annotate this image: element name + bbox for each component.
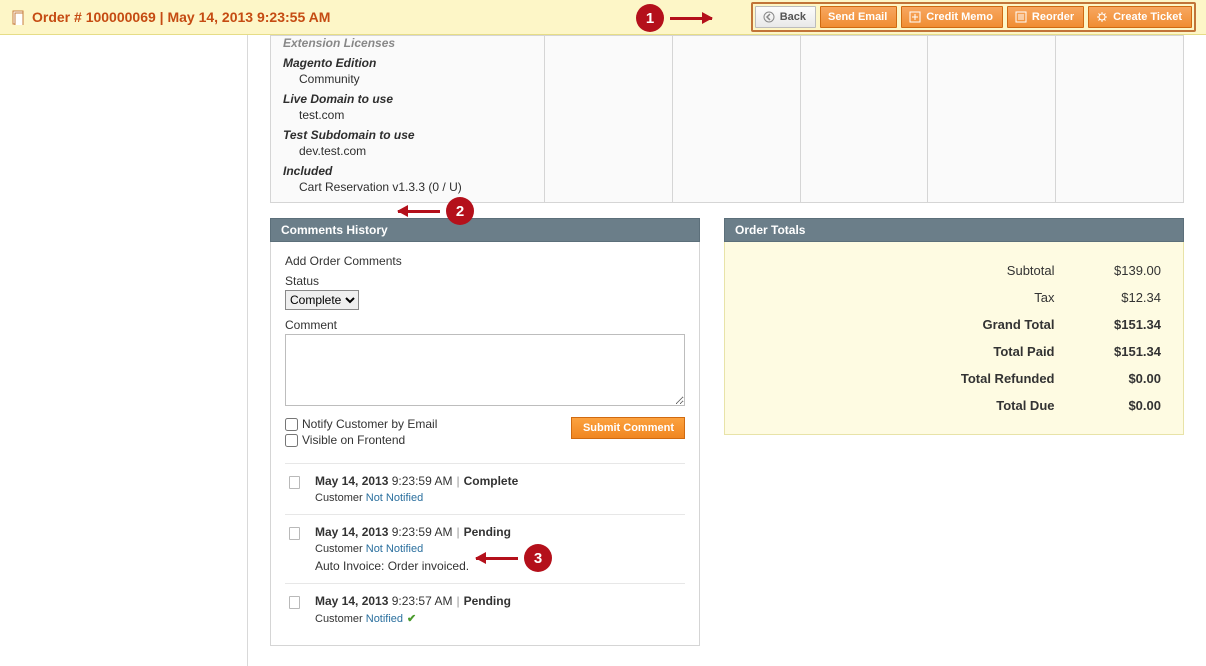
history-status: Complete [464, 474, 519, 488]
reorder-button[interactable]: Reorder [1007, 6, 1084, 28]
totals-label: Total Paid [741, 339, 1055, 364]
test-subdomain-value: dev.test.com [283, 144, 532, 158]
history-date: May 14, 2013 [315, 474, 388, 488]
history-list: May 14, 2013 9:23:59 AM|Complete Customer… [285, 463, 685, 635]
history-date: May 14, 2013 [315, 525, 388, 539]
comment-label: Comment [285, 318, 685, 332]
live-domain-value: test.com [283, 108, 532, 122]
history-header-line: May 14, 2013 9:23:59 AM|Pending [289, 525, 681, 539]
page-title: Order # 100000069 | May 14, 2013 9:23:55… [32, 9, 330, 25]
notify-customer-label: Notify Customer by Email [302, 417, 437, 431]
history-item: May 14, 2013 9:23:59 AM|Pending Customer … [285, 514, 685, 583]
gear-icon [1096, 11, 1108, 23]
history-time: 9:23:59 AM [392, 525, 453, 539]
history-item: May 14, 2013 9:23:57 AM|PendingCustomer … [285, 583, 685, 635]
action-buttons-group: Back Send Email Credit Memo Reorder [751, 2, 1196, 32]
totals-row: Grand Total$151.34 [741, 312, 1161, 337]
credit-memo-button[interactable]: Credit Memo [901, 6, 1003, 28]
totals-label: Total Due [741, 393, 1055, 418]
history-time: 9:23:59 AM [392, 474, 453, 488]
comment-textarea[interactable] [285, 334, 685, 406]
note-icon [289, 476, 300, 489]
included-value: Cart Reservation v1.3.3 (0 / U) [283, 180, 532, 194]
create-ticket-label: Create Ticket [1113, 11, 1182, 23]
order-totals-table: Subtotal$139.00Tax$12.34Grand Total$151.… [739, 256, 1163, 420]
totals-value: $0.00 [1057, 393, 1162, 418]
live-domain-label: Live Domain to use [283, 92, 532, 106]
totals-value: $151.34 [1057, 339, 1162, 364]
left-sidebar-spacer [0, 35, 248, 666]
history-header-line: May 14, 2013 9:23:59 AM|Complete [289, 474, 681, 488]
reorder-label: Reorder [1032, 11, 1074, 23]
totals-row: Total Refunded$0.00 [741, 366, 1161, 391]
send-email-label: Send Email [828, 11, 887, 23]
visible-frontend-checkbox-row[interactable]: Visible on Frontend [285, 433, 437, 447]
order-totals-panel: Order Totals Subtotal$139.00Tax$12.34Gra… [724, 218, 1184, 646]
totals-label: Grand Total [741, 312, 1055, 337]
history-customer-state: Not Notified [366, 543, 423, 555]
comments-history-panel: Comments History Add Order Comments Stat… [270, 218, 700, 646]
reorder-icon [1015, 11, 1027, 23]
totals-label: Tax [741, 285, 1055, 310]
extension-licenses-table: Extension Licenses Magento Edition Commu… [270, 35, 1184, 203]
history-header-line: May 14, 2013 9:23:57 AM|Pending [289, 594, 681, 608]
totals-value: $0.00 [1057, 366, 1162, 391]
extension-licenses-heading: Extension Licenses [283, 36, 532, 50]
totals-value: $12.34 [1057, 285, 1162, 310]
back-button-label: Back [780, 11, 806, 23]
history-comment-text: Auto Invoice: Order invoiced. [289, 559, 681, 573]
check-ok-icon: ✔ [407, 612, 416, 625]
totals-value: $139.00 [1057, 258, 1162, 283]
history-date: May 14, 2013 [315, 594, 388, 608]
credit-memo-label: Credit Memo [926, 11, 993, 23]
order-totals-header: Order Totals [724, 218, 1184, 242]
visible-frontend-label: Visible on Frontend [302, 433, 405, 447]
included-label: Included [283, 164, 532, 178]
history-time: 9:23:57 AM [392, 594, 453, 608]
status-label: Status [285, 274, 685, 288]
history-status: Pending [464, 594, 511, 608]
history-status: Pending [464, 525, 511, 539]
status-select[interactable]: Complete [285, 290, 359, 310]
notify-customer-checkbox[interactable] [285, 418, 298, 431]
add-comments-title: Add Order Comments [285, 254, 685, 268]
order-header-bar: Order # 100000069 | May 14, 2013 9:23:55… [0, 0, 1206, 35]
note-icon [289, 527, 300, 540]
history-customer-line: Customer Not Notified [289, 492, 681, 504]
totals-value: $151.34 [1057, 312, 1162, 337]
submit-comment-label: Submit Comment [583, 422, 674, 434]
back-button[interactable]: Back [755, 6, 816, 28]
totals-row: Tax$12.34 [741, 285, 1161, 310]
magento-edition-label: Magento Edition [283, 56, 532, 70]
note-icon [289, 596, 300, 609]
back-arrow-icon [763, 11, 775, 23]
totals-label: Subtotal [741, 258, 1055, 283]
order-doc-icon [12, 10, 26, 25]
visible-frontend-checkbox[interactable] [285, 434, 298, 447]
comments-history-header: Comments History [270, 218, 700, 242]
create-ticket-button[interactable]: Create Ticket [1088, 6, 1192, 28]
totals-row: Total Paid$151.34 [741, 339, 1161, 364]
send-email-button[interactable]: Send Email [820, 6, 897, 28]
history-customer-state: Notified [366, 613, 403, 625]
magento-edition-value: Community [283, 72, 532, 86]
history-customer-line: Customer Notified✔ [289, 612, 681, 625]
submit-comment-button[interactable]: Submit Comment [571, 417, 685, 439]
history-customer-state: Not Notified [366, 492, 423, 504]
history-item: May 14, 2013 9:23:59 AM|Complete Customer… [285, 463, 685, 514]
totals-row: Subtotal$139.00 [741, 258, 1161, 283]
totals-label: Total Refunded [741, 366, 1055, 391]
test-subdomain-label: Test Subdomain to use [283, 128, 532, 142]
credit-memo-icon [909, 11, 921, 23]
history-customer-line: Customer Not Notified [289, 543, 681, 555]
notify-customer-checkbox-row[interactable]: Notify Customer by Email [285, 417, 437, 431]
totals-row: Total Due$0.00 [741, 393, 1161, 418]
